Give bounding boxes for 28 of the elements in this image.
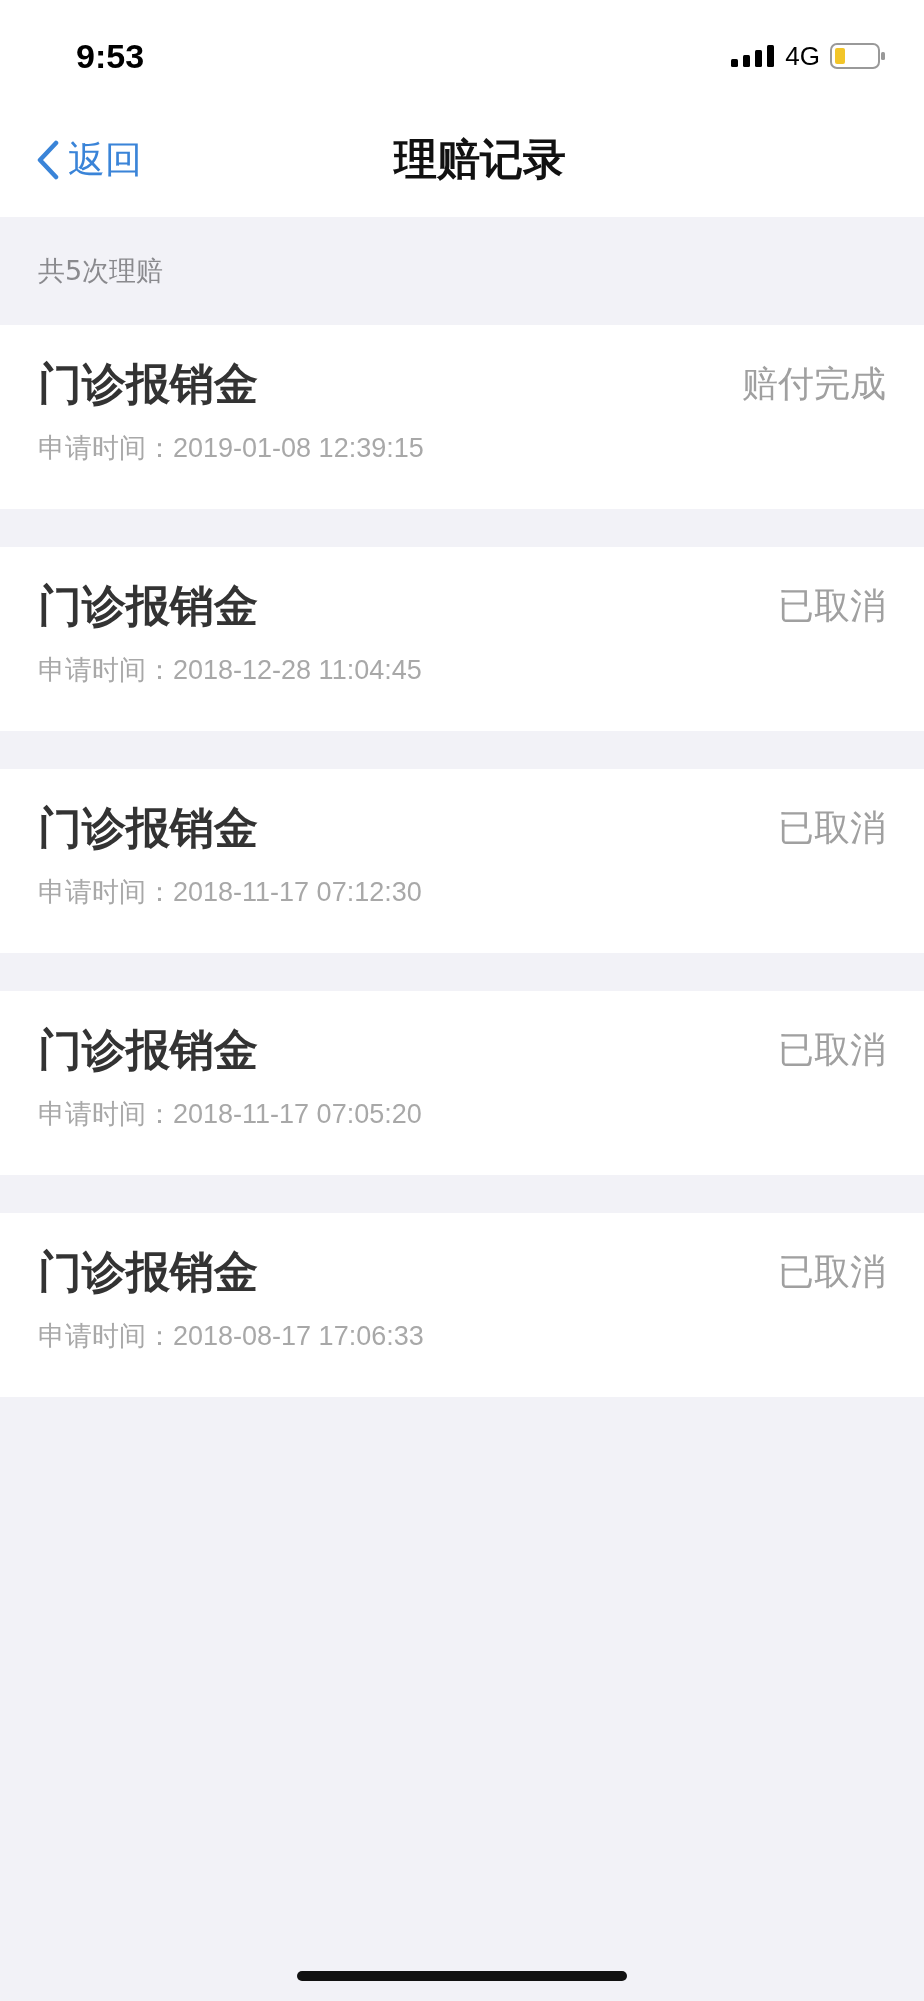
claim-card[interactable]: 门诊报销金 已取消 申请时间：2018-08-17 17:06:33 [0, 1213, 924, 1397]
claim-name: 门诊报销金 [38, 1023, 258, 1077]
claim-card[interactable]: 门诊报销金 已取消 申请时间：2018-12-28 11:04:45 [0, 547, 924, 731]
page-title: 理赔记录 [394, 132, 566, 186]
battery-icon [830, 43, 886, 69]
claim-status: 赔付完成 [742, 362, 886, 406]
claim-status: 已取消 [778, 1028, 886, 1072]
claim-count: 共5次理赔 [37, 254, 165, 288]
claim-card[interactable]: 门诊报销金 已取消 申请时间：2018-11-17 07:12:30 [0, 769, 924, 953]
status-time: 9:53 [76, 36, 145, 76]
claim-card[interactable]: 门诊报销金 已取消 申请时间：2018-11-17 07:05:20 [0, 991, 924, 1175]
claim-name: 门诊报销金 [38, 357, 258, 411]
claim-time: 申请时间：2018-11-17 07:05:20 [38, 1098, 423, 1131]
claim-name: 门诊报销金 [38, 1245, 258, 1299]
signal-icon [731, 45, 776, 67]
chevron-left-icon [36, 139, 60, 180]
claim-time: 申请时间：2018-11-17 07:12:30 [38, 876, 423, 909]
claim-status: 已取消 [778, 584, 886, 628]
claim-status: 已取消 [778, 1250, 886, 1294]
claim-card[interactable]: 门诊报销金 赔付完成 申请时间：2019-01-08 12:39:15 [0, 325, 924, 509]
claim-time: 申请时间：2018-12-28 11:04:45 [38, 654, 423, 687]
network-type: 4G [785, 40, 820, 72]
claim-time: 申请时间：2018-08-17 17:06:33 [38, 1320, 425, 1353]
back-button[interactable]: 返回 [36, 134, 142, 185]
claim-name: 门诊报销金 [38, 579, 258, 633]
claim-time: 申请时间：2019-01-08 12:39:15 [38, 432, 425, 465]
claim-name: 门诊报销金 [38, 801, 258, 855]
claim-status: 已取消 [778, 806, 886, 850]
